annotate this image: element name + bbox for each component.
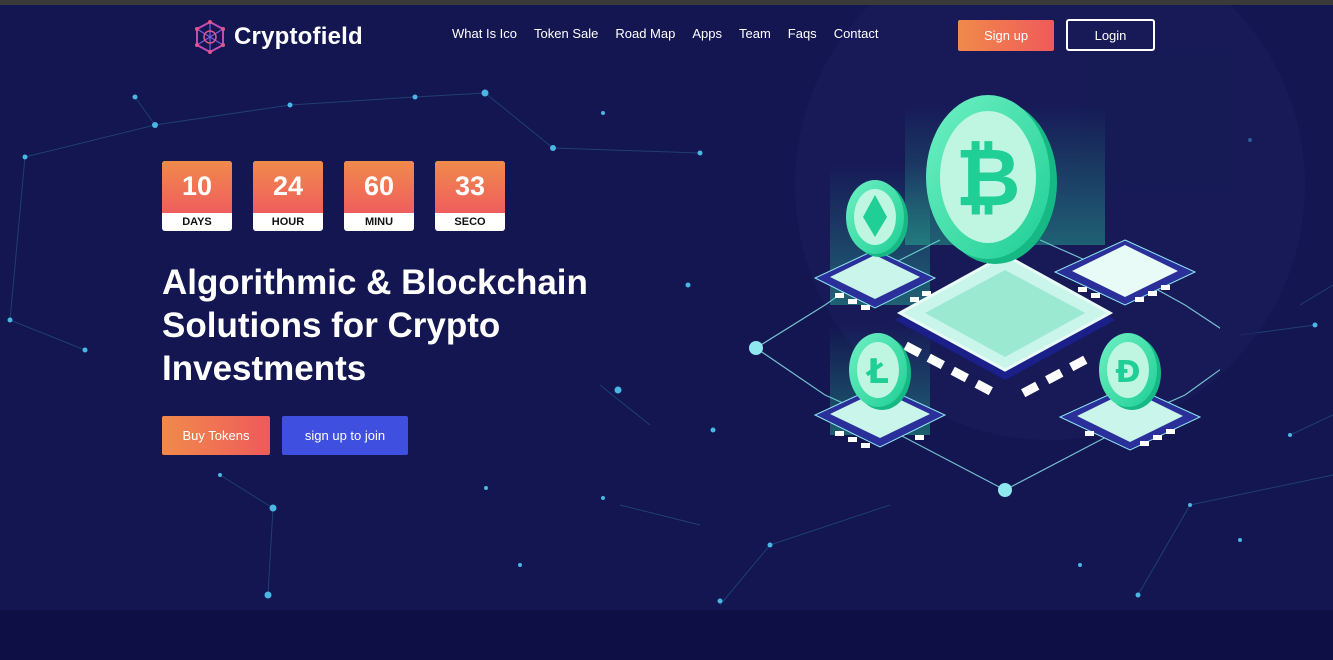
countdown-label: SECO [454, 216, 486, 228]
countdown-hours: 24 HOUR [253, 161, 323, 231]
countdown-minutes: 60 MINU [344, 161, 414, 231]
nav-item-faqs[interactable]: Faqs [788, 26, 817, 41]
signup-to-join-button[interactable]: sign up to join [282, 416, 408, 455]
buy-tokens-button[interactable]: Buy Tokens [162, 416, 270, 455]
network-node-icon [998, 483, 1012, 497]
countdown-label: DAYS [182, 216, 212, 228]
next-section-band [0, 610, 1333, 660]
countdown-label: MINU [364, 216, 394, 228]
main-nav: What Is Ico Token Sale Road Map Apps Tea… [452, 26, 879, 41]
countdown-label: HOUR [271, 216, 305, 228]
nav-item-road-map[interactable]: Road Map [615, 26, 675, 41]
nav-item-team[interactable]: Team [739, 26, 771, 41]
nav-item-contact[interactable]: Contact [834, 26, 879, 41]
login-button[interactable]: Login [1066, 19, 1155, 51]
nav-item-token-sale[interactable]: Token Sale [534, 26, 598, 41]
nav-item-what-is-ico[interactable]: What Is Ico [452, 26, 517, 41]
countdown-value: 10 [162, 161, 232, 213]
hero-section: Cryptofield What Is Ico Token Sale Road … [0, 5, 1333, 610]
headline-line: Algorithmic & Blockchain [162, 263, 588, 302]
countdown-value: 24 [253, 161, 323, 213]
nav-item-apps[interactable]: Apps [692, 26, 722, 41]
svg-text:Đ: Đ [1115, 355, 1140, 390]
network-globe-icon [195, 20, 225, 54]
signup-button[interactable]: Sign up [958, 20, 1054, 51]
brand-name: Cryptofield [234, 23, 363, 50]
svg-text:₿: ₿ [955, 131, 1020, 224]
network-node-icon [749, 341, 763, 355]
countdown-value: 33 [435, 161, 505, 213]
svg-text:Ł: Ł [865, 352, 889, 392]
countdown-value: 60 [344, 161, 414, 213]
countdown-seconds: 33 SECO [435, 161, 505, 231]
brand-logo[interactable]: Cryptofield [192, 19, 363, 55]
headline-line: Solutions for Crypto [162, 306, 501, 345]
hero-headline: Algorithmic & Blockchain Solutions for C… [162, 261, 682, 390]
countdown-days: 10 DAYS [162, 161, 232, 231]
blockchain-illustration: ₿ Ł Đ [749, 95, 1220, 497]
countdown-timer: 10 DAYS 24 HOUR 60 MINU 33 SECO [162, 161, 505, 231]
headline-line: Investments [162, 349, 367, 388]
